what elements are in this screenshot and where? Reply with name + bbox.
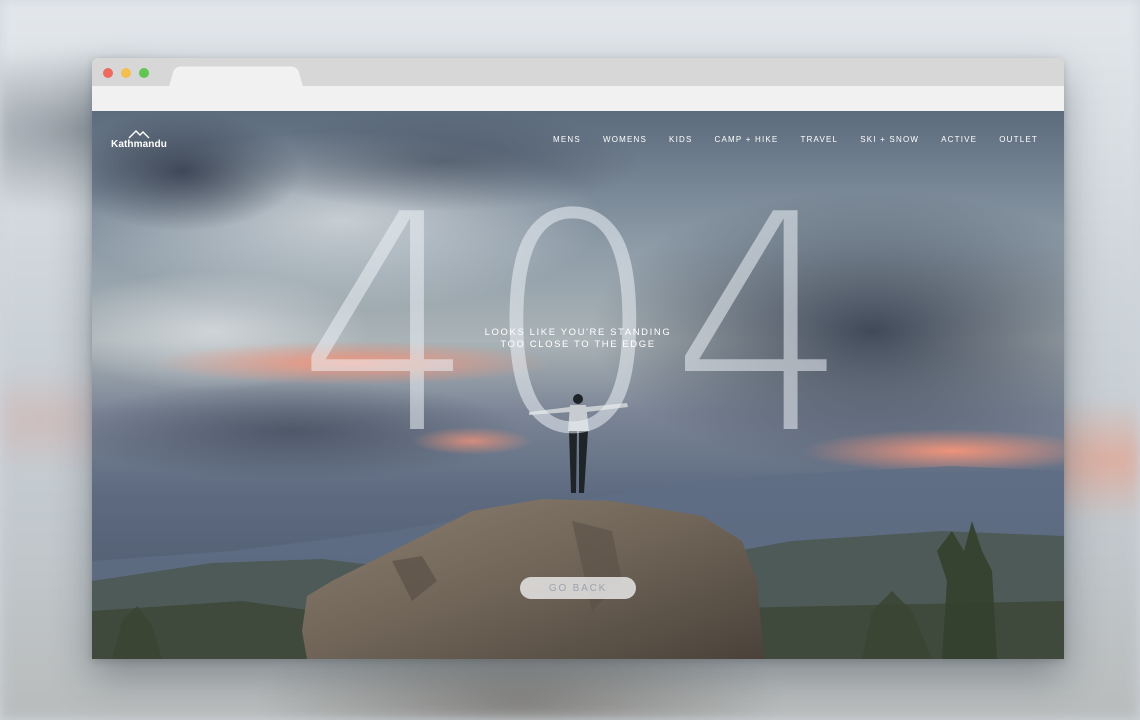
error-code: 404 xyxy=(297,151,859,500)
go-back-button[interactable]: GO BACK xyxy=(520,577,636,599)
maximize-window-button[interactable] xyxy=(139,68,149,78)
main-nav: MENS WOMENS KIDS CAMP + HIKE TRAVEL SKI … xyxy=(531,135,1038,144)
nav-item-active[interactable]: ACTIVE xyxy=(941,135,977,144)
error-message-line-1: LOOKS LIKE YOU'RE STANDING xyxy=(484,327,672,338)
mountain-peaks-icon xyxy=(128,130,150,139)
browser-address-bar[interactable] xyxy=(92,86,1064,111)
nav-item-outlet[interactable]: OUTLET xyxy=(999,135,1038,144)
nav-item-camp-hike[interactable]: CAMP + HIKE xyxy=(715,135,779,144)
nav-item-womens[interactable]: WOMENS xyxy=(603,135,647,144)
nav-item-kids[interactable]: KIDS xyxy=(669,135,692,144)
brand-name: Kathmandu xyxy=(111,139,167,150)
page-viewport: Kathmandu MENS WOMENS KIDS CAMP + HIKE T… xyxy=(92,111,1064,659)
close-window-button[interactable] xyxy=(103,68,113,78)
brand-logo[interactable]: Kathmandu xyxy=(111,129,167,150)
error-message-line-2: TOO CLOSE TO THE EDGE xyxy=(500,339,656,350)
nav-item-mens[interactable]: MENS xyxy=(553,135,581,144)
error-message: LOOKS LIKE YOU'RE STANDING TOO CLOSE TO … xyxy=(92,327,1064,351)
browser-tab[interactable] xyxy=(169,66,303,87)
nav-item-ski-snow[interactable]: SKI + SNOW xyxy=(860,135,919,144)
nav-item-travel[interactable]: TRAVEL xyxy=(800,135,838,144)
minimize-window-button[interactable] xyxy=(121,68,131,78)
browser-titlebar xyxy=(92,58,1064,87)
browser-window: Kathmandu MENS WOMENS KIDS CAMP + HIKE T… xyxy=(92,58,1064,659)
